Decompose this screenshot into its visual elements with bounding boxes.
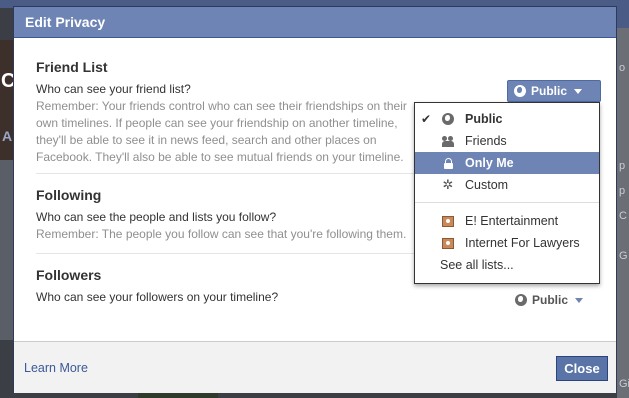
background-right-text: C xyxy=(619,210,627,222)
menu-item-label: Public xyxy=(465,112,503,126)
dialog-footer: Learn More Close xyxy=(14,341,616,393)
background-right-text: p xyxy=(619,185,626,197)
dialog-header: Edit Privacy xyxy=(14,7,616,38)
menu-item-label: Friends xyxy=(465,134,507,148)
background-right-text: p xyxy=(619,160,626,172)
privacy-dropdown-menu: ✔ Public Friends Only Me ✲ Custom E! Ent… xyxy=(414,102,600,284)
menu-item-label: E! Entertainment xyxy=(465,214,559,228)
chevron-down-icon xyxy=(574,88,583,94)
background-left-link: A xyxy=(2,128,13,144)
lock-icon xyxy=(442,157,454,169)
background-right-bar xyxy=(617,0,629,28)
followers-privacy-selector[interactable]: Public xyxy=(509,289,599,311)
menu-item-public[interactable]: ✔ Public xyxy=(415,108,599,130)
background-right-column xyxy=(617,0,629,398)
section-title-followers: Followers xyxy=(36,267,102,283)
friend-list-privacy-selector[interactable]: Public xyxy=(507,80,601,102)
menu-item-see-all-lists[interactable]: See all lists... xyxy=(415,254,599,276)
privacy-selector-label: Public xyxy=(531,84,568,98)
menu-item-label: Custom xyxy=(465,178,509,192)
dialog-title: Edit Privacy xyxy=(25,14,106,30)
chevron-down-icon xyxy=(575,297,584,303)
menu-item-list-internet-for-lawyers[interactable]: Internet For Lawyers xyxy=(415,232,599,254)
list-icon xyxy=(442,237,454,249)
section-title-friend-list: Friend List xyxy=(36,59,108,75)
menu-item-custom[interactable]: ✲ Custom xyxy=(415,174,599,196)
following-question: Who can see the people and lists you fol… xyxy=(36,210,277,224)
background-right-text: Gi xyxy=(619,378,629,390)
section-title-following: Following xyxy=(36,187,102,203)
friends-icon xyxy=(442,135,454,147)
background-right-text: o xyxy=(619,62,626,74)
checkmark-icon: ✔ xyxy=(421,112,432,126)
menu-item-label: Only Me xyxy=(465,156,514,170)
followers-question: Who can see your followers on your timel… xyxy=(36,290,279,304)
privacy-selector-label: Public xyxy=(532,293,569,307)
globe-icon xyxy=(514,85,526,97)
menu-divider xyxy=(415,202,599,203)
menu-item-label: See all lists... xyxy=(440,258,514,272)
menu-item-label: Internet For Lawyers xyxy=(465,236,580,250)
list-icon xyxy=(442,215,454,227)
friend-list-question: Who can see your friend list? xyxy=(36,82,191,96)
close-button[interactable]: Close xyxy=(556,356,608,381)
menu-item-friends[interactable]: Friends xyxy=(415,130,599,152)
gear-icon: ✲ xyxy=(442,177,454,192)
menu-item-only-me[interactable]: Only Me xyxy=(415,152,599,174)
menu-item-list-e-entertainment[interactable]: E! Entertainment xyxy=(415,210,599,232)
globe-icon xyxy=(515,294,527,306)
globe-icon xyxy=(442,113,454,125)
background-right-text: G xyxy=(619,250,628,262)
learn-more-link[interactable]: Learn More xyxy=(24,361,88,375)
edit-privacy-dialog: Edit Privacy Friend List Who can see you… xyxy=(13,6,617,393)
